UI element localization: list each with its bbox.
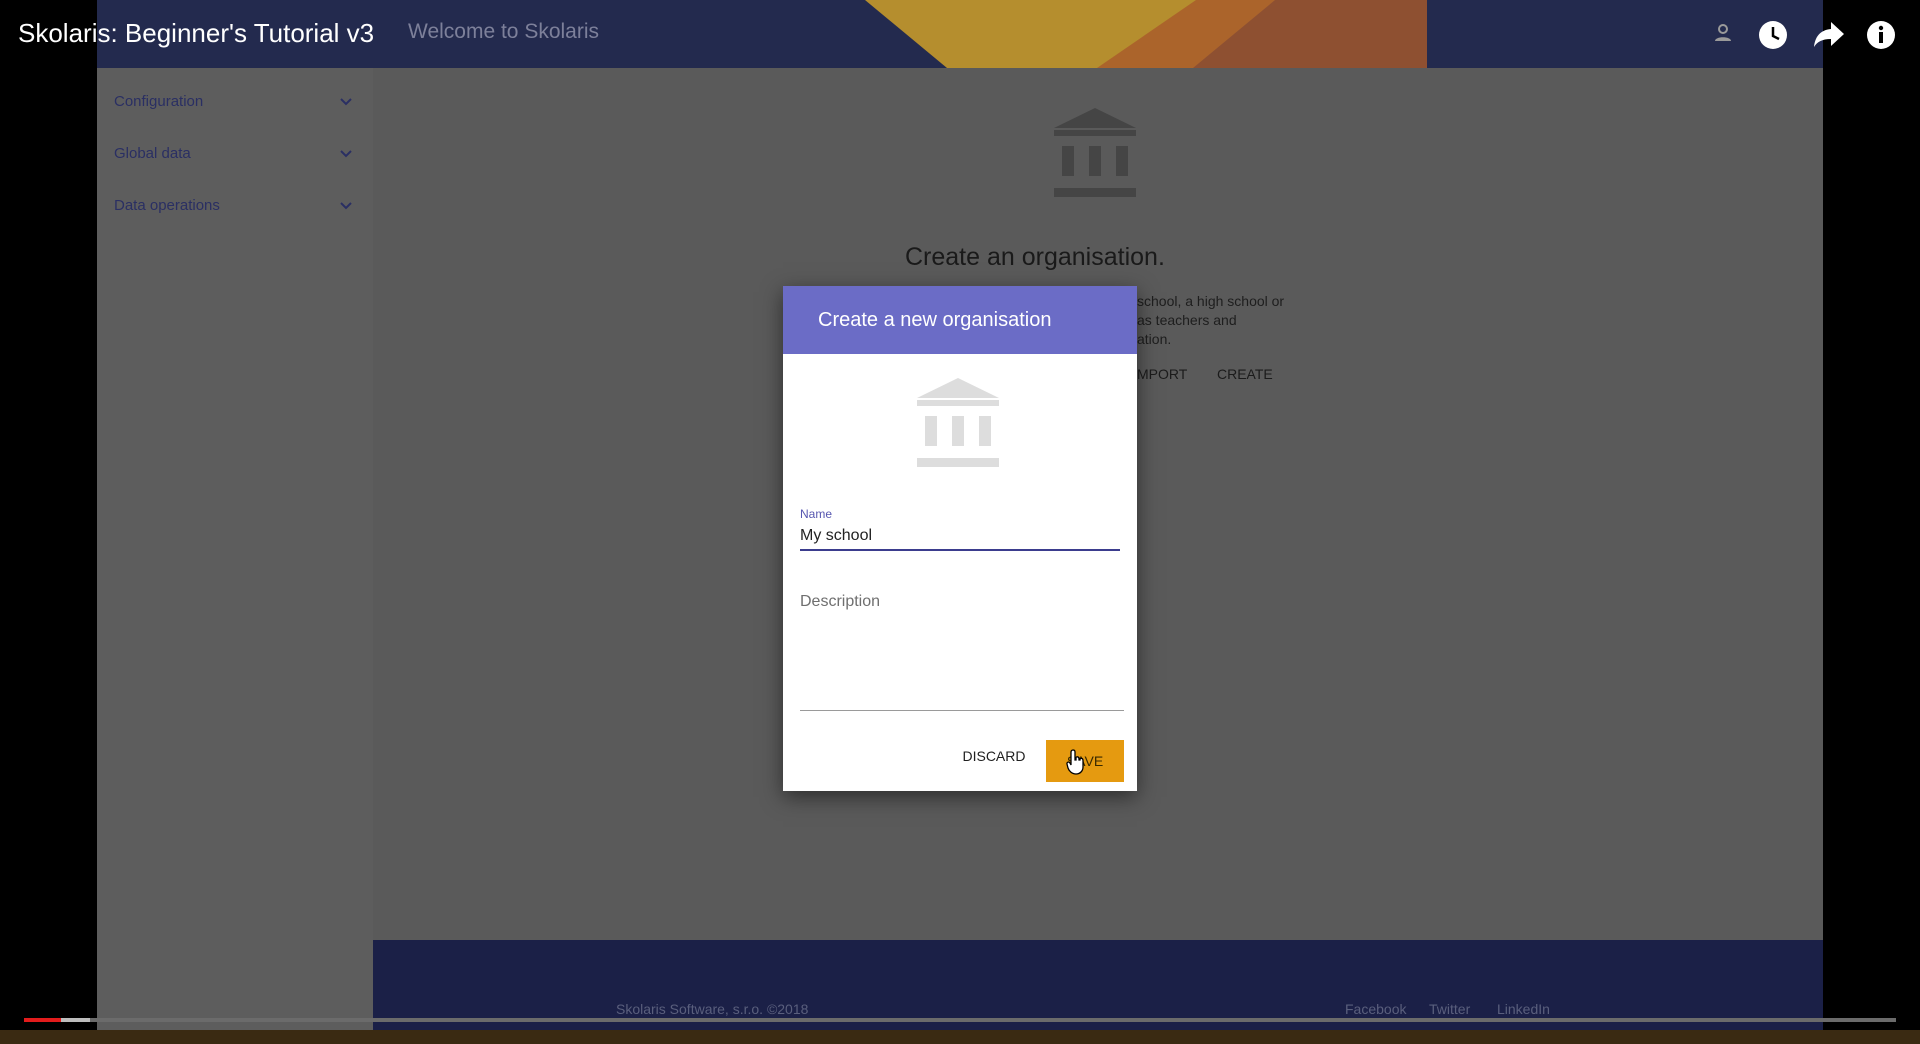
create-organisation-description: school, a high school or as teachers and… xyxy=(1137,293,1285,347)
account-icon[interactable] xyxy=(1713,23,1733,43)
sidebar-item-label: Data operations xyxy=(114,196,220,214)
progress-played xyxy=(24,1018,62,1022)
description-input[interactable] xyxy=(800,616,1124,711)
sidebar-item-label: Configuration xyxy=(114,92,204,110)
footer-link-linkedin[interactable]: LinkedIn xyxy=(1497,1001,1550,1017)
name-field-label: Name xyxy=(800,507,833,521)
bank-icon xyxy=(1054,108,1136,197)
info-icon[interactable] xyxy=(1866,20,1896,50)
import-button[interactable]: MPORT xyxy=(1137,366,1187,382)
hand-cursor-icon xyxy=(1066,749,1084,775)
video-progress-bar[interactable] xyxy=(24,1018,1896,1022)
create-organisation-dialog: Create a new organisation Name Descripti… xyxy=(783,286,1137,791)
sidebar-item-data-operations[interactable]: Data operations xyxy=(114,191,354,219)
video-title[interactable]: Skolaris: Beginner's Tutorial v3 xyxy=(18,18,374,49)
sidebar: Configuration Global data Data operation… xyxy=(97,68,374,1044)
sidebar-item-label: Global data xyxy=(114,144,191,162)
create-organisation-heading: Create an organisation. xyxy=(905,243,1165,271)
app-footer: Skolaris Software, s.r.o. ©2018 Facebook… xyxy=(373,940,1823,1044)
sidebar-item-global-data[interactable]: Global data xyxy=(114,139,354,167)
chevron-down-icon xyxy=(340,98,352,106)
chevron-down-icon xyxy=(340,150,352,158)
description-field-label: Description xyxy=(800,593,881,610)
share-icon[interactable] xyxy=(1813,20,1845,48)
create-button[interactable]: CREATE xyxy=(1217,366,1273,382)
dialog-title: Create a new organisation xyxy=(818,308,1052,331)
footer-link-twitter[interactable]: Twitter xyxy=(1429,1001,1470,1017)
sidebar-item-configuration[interactable]: Configuration xyxy=(114,87,354,115)
discard-button[interactable]: DISCARD xyxy=(958,740,1030,772)
chevron-down-icon xyxy=(340,202,352,210)
player-controls-strip xyxy=(0,1030,1920,1044)
watch-later-icon[interactable] xyxy=(1758,20,1788,50)
bank-icon xyxy=(917,378,999,467)
app-header-title: Welcome to Skolaris xyxy=(408,20,600,43)
footer-link-facebook[interactable]: Facebook xyxy=(1345,1001,1406,1017)
name-input[interactable] xyxy=(800,523,1120,551)
dialog-header: Create a new organisation xyxy=(783,286,1137,354)
footer-copyright: Skolaris Software, s.r.o. ©2018 xyxy=(616,1001,809,1017)
